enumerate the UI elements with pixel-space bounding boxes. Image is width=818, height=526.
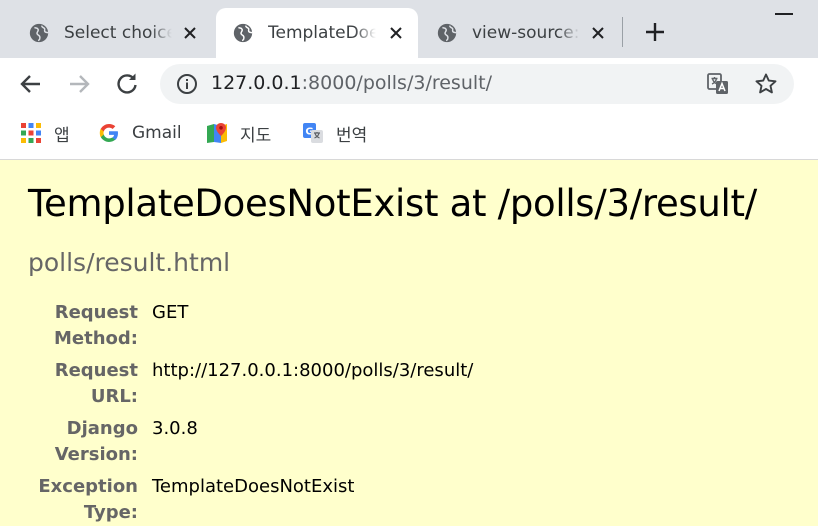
- meta-key: Django Version:: [54, 418, 138, 465]
- bookmark-label: Gmail: [132, 123, 182, 143]
- url-path: :8000/polls/3/result/: [301, 72, 492, 94]
- globe-icon: [437, 23, 457, 43]
- tab-title: TemplateDoesNotExist: [268, 23, 376, 43]
- tab-separator: [622, 17, 623, 47]
- meta-key: Request URL:: [54, 360, 138, 407]
- meta-key: Exception Type:: [38, 476, 138, 523]
- page-title: TemplateDoesNotExist at /polls/3/result/: [28, 182, 757, 225]
- new-tab-icon[interactable]: [641, 18, 669, 46]
- meta-value: http://127.0.0.1:8000/polls/3/result/: [152, 360, 474, 381]
- forward-icon[interactable]: [65, 70, 93, 98]
- bookmark-label: 번역: [336, 125, 368, 146]
- back-icon[interactable]: [17, 70, 45, 98]
- reload-icon[interactable]: [113, 70, 141, 98]
- url-host: 127.0.0.1: [211, 72, 302, 94]
- bookmarks-bar: 앱 Gmail 지도 G 번역: [0, 110, 818, 160]
- bookmark-gmail[interactable]: Gmail: [98, 120, 182, 146]
- bookmark-label: 지도: [240, 125, 272, 146]
- page-content: TemplateDoesNotExist at /polls/3/result/…: [0, 160, 818, 523]
- meta-value: TemplateDoesNotExist: [152, 476, 355, 497]
- tab-strip: Select choice TemplateDoesNotExist view-…: [0, 0, 818, 58]
- translate-icon: G: [303, 123, 323, 143]
- close-icon[interactable]: [386, 23, 406, 43]
- meta-key: Request Method:: [54, 302, 138, 349]
- bookmark-translate[interactable]: G 번역: [302, 120, 367, 146]
- globe-icon: [233, 23, 253, 43]
- tab-select-choice[interactable]: Select choice: [12, 8, 212, 58]
- meta-value: GET: [152, 302, 189, 323]
- address-bar[interactable]: 127.0.0.1:8000/polls/3/result/: [160, 64, 794, 104]
- tab-title: Select choice: [64, 23, 172, 43]
- page-subtitle: polls/result.html: [28, 248, 231, 277]
- bookmark-maps[interactable]: 지도: [206, 120, 271, 146]
- bookmark-star-icon[interactable]: [754, 72, 778, 96]
- tab-template-does-not-exist[interactable]: TemplateDoesNotExist: [216, 8, 418, 58]
- tab-title: view-source:127.0.0.1:8000/polls/3/resul…: [472, 23, 580, 43]
- apps-grid-icon: [21, 123, 41, 143]
- toolbar: 127.0.0.1:8000/polls/3/result/: [0, 58, 818, 110]
- tab-view-source[interactable]: view-source:127.0.0.1:8000/polls/3/resul…: [420, 8, 620, 58]
- globe-icon: [29, 23, 49, 43]
- minimize-icon[interactable]: [775, 13, 793, 15]
- translate-icon[interactable]: [706, 72, 730, 96]
- url-text[interactable]: 127.0.0.1:8000/polls/3/result/: [211, 72, 492, 94]
- meta-value: 3.0.8: [152, 418, 198, 439]
- bookmark-apps[interactable]: 앱: [20, 120, 70, 146]
- google-g-icon: [99, 124, 118, 142]
- close-icon[interactable]: [180, 23, 200, 43]
- maps-pin-icon: [207, 123, 227, 143]
- info-icon[interactable]: [176, 73, 198, 95]
- bookmark-label: 앱: [54, 125, 70, 146]
- close-icon[interactable]: [588, 23, 608, 43]
